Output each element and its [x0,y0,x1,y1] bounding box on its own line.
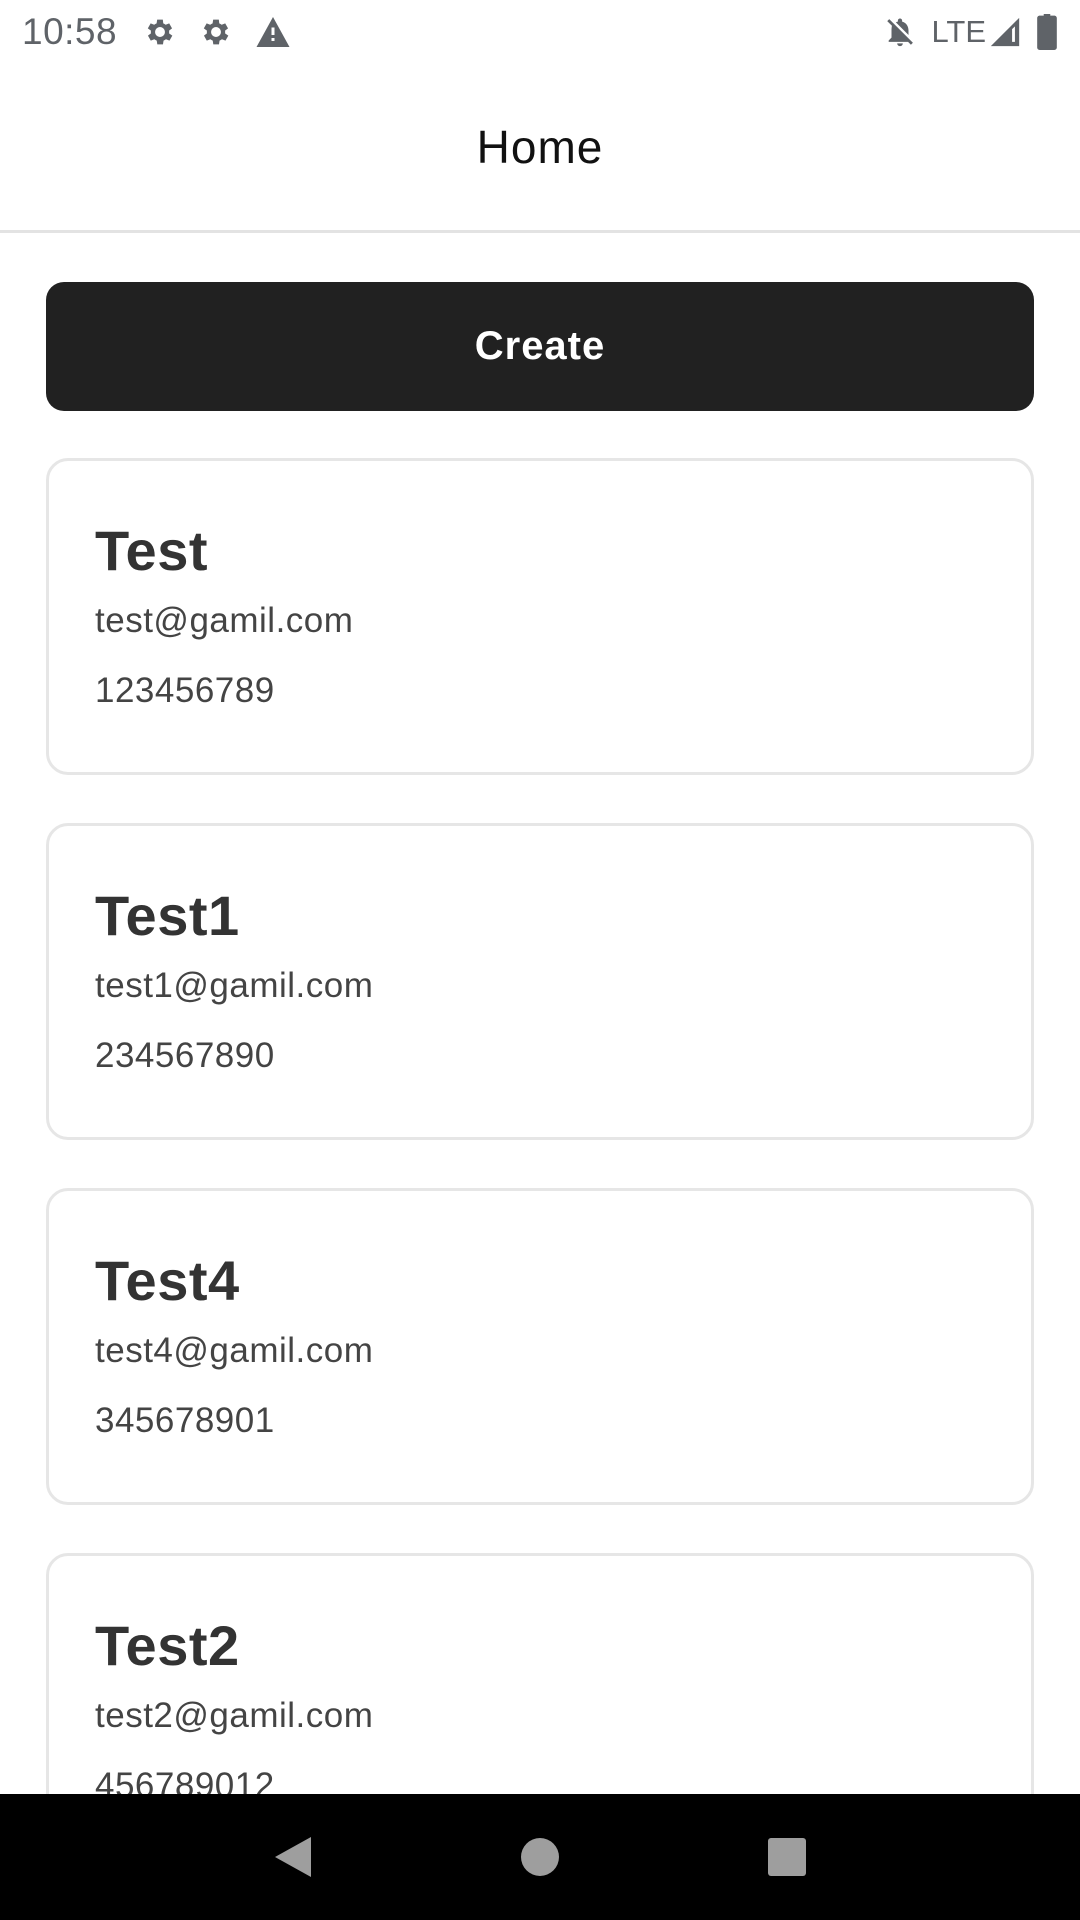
notifications-off-icon [883,14,917,50]
battery-icon [1036,13,1058,50]
home-icon[interactable] [500,1817,580,1897]
create-button[interactable]: Create [46,282,1034,411]
contact-email: test@gamil.com [95,601,354,640]
status-time: 10:58 [22,10,118,52]
screen: 10:58 LTE Home Create Test test@gamil.co… [0,0,1080,1920]
app-bar: Home [0,63,1080,233]
back-icon[interactable] [253,1817,333,1897]
recents-icon[interactable] [747,1817,827,1897]
signal-icon [988,15,1022,49]
status-bar: 10:58 LTE [0,0,1080,63]
page-title: Home [476,120,604,173]
contact-name: Test2 [95,1614,240,1677]
navigation-bar [0,1794,1080,1920]
contact-name: Test [95,519,208,582]
contact-phone: 456789012 [95,1766,275,1794]
gear-icon [199,15,233,49]
contact-card[interactable]: Test4 test4@gamil.com 345678901 [46,1188,1034,1505]
contact-list: Test test@gamil.com 123456789 Test1 test… [46,458,1034,1794]
content: Create Test test@gamil.com 123456789 Tes… [0,235,1080,1794]
contact-email: test1@gamil.com [95,966,374,1005]
status-left: 10:58 [22,11,313,53]
contact-email: test2@gamil.com [95,1696,374,1735]
contact-card[interactable]: Test1 test1@gamil.com 234567890 [46,823,1034,1140]
contact-name: Test1 [95,884,240,947]
status-right: LTE [869,13,1058,50]
contact-phone: 123456789 [95,671,275,710]
warning-icon [255,15,291,49]
gear-icon [143,15,177,49]
contact-card[interactable]: Test test@gamil.com 123456789 [46,458,1034,775]
contact-phone: 345678901 [95,1401,275,1440]
contact-name: Test4 [95,1249,240,1312]
contact-phone: 234567890 [95,1036,275,1075]
contact-email: test4@gamil.com [95,1331,374,1370]
network-type: LTE [931,13,986,49]
contact-card[interactable]: Test2 test2@gamil.com 456789012 [46,1553,1034,1794]
